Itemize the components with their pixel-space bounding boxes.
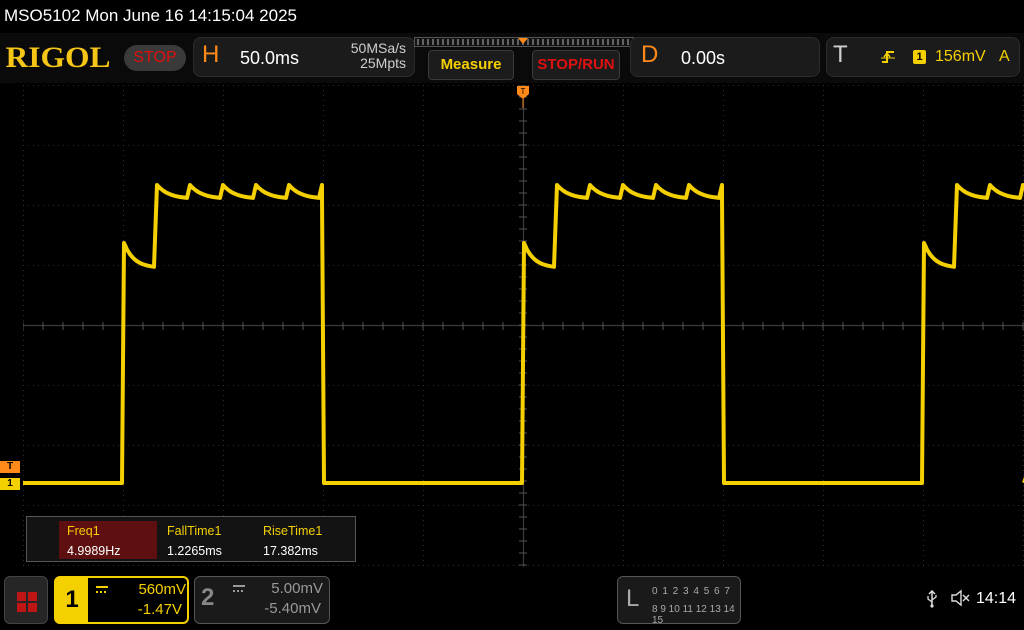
measurement-label: FallTime1 [167, 524, 222, 538]
logic-analyzer-settings[interactable]: L 0 1 2 3 4 5 6 7 8 9 10 11 12 13 14 15 [617, 576, 741, 626]
channel1-number: 1 [56, 578, 88, 622]
sample-info: 50MSa/s 25Mpts [334, 41, 406, 71]
memory-depth: 25Mpts [360, 55, 406, 71]
channel1-settings[interactable]: 1 560mV -1.47V [54, 576, 189, 624]
trigger-settings[interactable]: T 1 156mV A [826, 37, 1020, 77]
rigol-logo: RIGOL [5, 41, 111, 74]
measurement-risetime[interactable]: RiseTime1 17.382ms [255, 521, 355, 559]
measurement-value: 4.9989Hz [67, 544, 121, 558]
trigger-rising-edge-icon [881, 51, 895, 63]
usb-icon [927, 590, 937, 608]
device-datetime: MSO5102 Mon June 16 14:15:04 2025 [4, 6, 297, 25]
trigger-level: 156mV [935, 48, 986, 65]
la-channels-row1: 0 1 2 3 4 5 6 7 [652, 586, 731, 597]
title-bar: MSO5102 Mon June 16 14:15:04 2025 [0, 0, 1024, 32]
measurement-label: Freq1 [67, 524, 100, 538]
trigger-letter: T [833, 41, 848, 68]
la-channels-row2: 8 9 10 11 12 13 14 15 [652, 604, 735, 626]
time-scale: 50.0ms [240, 48, 300, 68]
delay-letter: D [641, 41, 659, 68]
channel2-scale: 5.00mV [271, 580, 323, 597]
measurement-label: RiseTime1 [263, 524, 323, 538]
trigger-level-marker[interactable]: T [0, 461, 20, 473]
channel1-trace [23, 183, 1024, 485]
channel1-offset: -1.47V [137, 601, 182, 618]
measurement-panel[interactable]: Freq1 4.9989Hz FallTime1 1.2265ms RiseTi… [26, 516, 356, 562]
channel1-waveform [23, 183, 1024, 485]
channel1-scale: 560mV [138, 581, 186, 598]
measurement-freq[interactable]: Freq1 4.9989Hz [59, 521, 157, 559]
horizontal-settings[interactable]: H 50.0ms 50MSa/s 25Mpts [193, 37, 415, 77]
trigger-source-badge: 1 [913, 50, 926, 64]
home-button[interactable] [4, 576, 48, 624]
measurement-falltime[interactable]: FallTime1 1.2265ms [159, 521, 255, 559]
status-clock: 14:14 [976, 590, 1017, 607]
speaker-muted-icon[interactable] [950, 588, 970, 608]
measurement-value: 1.2265ms [167, 544, 222, 558]
channel2-number: 2 [201, 584, 215, 611]
stop-run-button[interactable]: STOP/RUN [532, 50, 620, 80]
delay-value: 0.00s [681, 48, 726, 68]
channel2-settings[interactable]: 2 5.00mV -5.40mV [194, 576, 330, 624]
trigger-position-marker-icon[interactable]: T [517, 86, 529, 108]
channel1-ground-marker[interactable]: 1 [0, 478, 20, 490]
delay-settings[interactable]: D 0.00s [630, 37, 820, 77]
measure-button[interactable]: Measure [428, 50, 514, 80]
la-letter: L [626, 585, 640, 612]
horizontal-letter: H [202, 41, 220, 68]
channel2-offset: -5.40mV [264, 600, 321, 617]
trigger-top-label: T [521, 87, 526, 96]
measurement-value: 17.382ms [263, 544, 318, 558]
sample-rate: 50MSa/s [350, 40, 406, 56]
home-grid-icon [17, 592, 37, 612]
bottom-bar: 1 560mV -1.47V 2 5.00mV -5.40mV L 0 1 2 … [0, 568, 1024, 630]
run-status-badge[interactable]: STOP [124, 45, 186, 71]
memory-trigger-marker-icon [518, 38, 528, 44]
waveform-display[interactable] [23, 85, 1024, 567]
trigger-mode: A [999, 48, 1010, 65]
top-toolbar: RIGOL STOP H 50.0ms 50MSa/s 25Mpts Measu… [0, 33, 1024, 83]
